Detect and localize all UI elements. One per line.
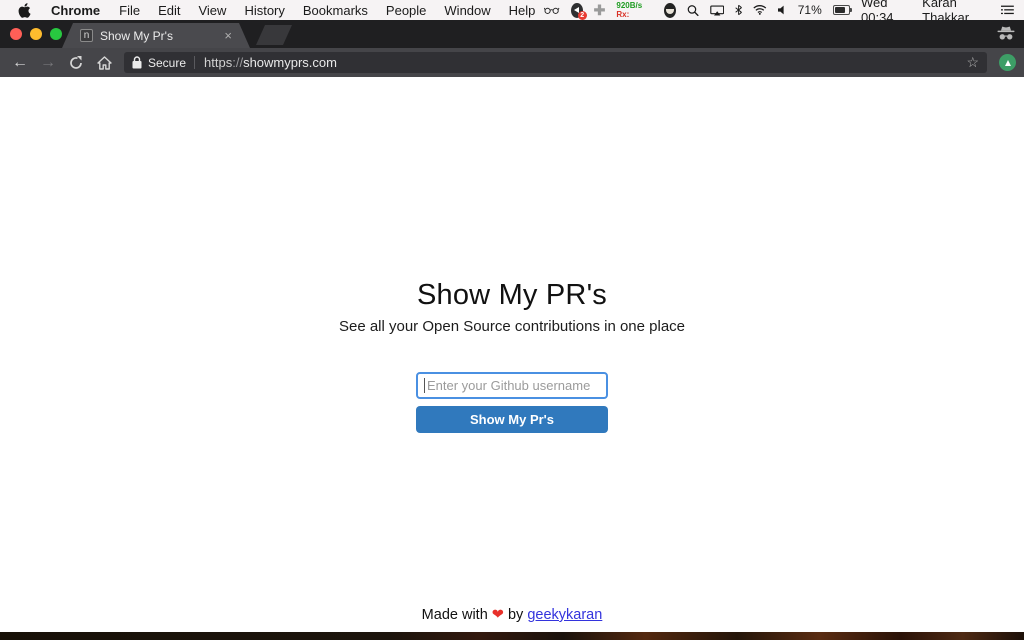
url-text: https://showmyprs.com bbox=[204, 55, 337, 70]
window-zoom-button[interactable] bbox=[50, 28, 62, 40]
menu-chrome[interactable]: Chrome bbox=[41, 3, 110, 18]
omnibox-separator bbox=[194, 56, 196, 69]
new-tab-button[interactable] bbox=[256, 25, 292, 45]
dark-app-icon[interactable] bbox=[663, 2, 676, 18]
notification-center-icon[interactable] bbox=[1001, 4, 1015, 16]
plus-menu-icon[interactable]: ✚ bbox=[594, 2, 606, 19]
menu-history[interactable]: History bbox=[235, 3, 293, 18]
menu-view[interactable]: View bbox=[189, 3, 235, 18]
home-button[interactable] bbox=[92, 51, 116, 75]
battery-icon[interactable] bbox=[832, 5, 853, 15]
desktop-wallpaper-strip bbox=[0, 632, 1024, 640]
back-button[interactable]: ← bbox=[8, 51, 32, 75]
notification-app-icon[interactable]: 2 bbox=[570, 2, 587, 20]
security-label: Secure bbox=[148, 55, 187, 70]
apple-icon bbox=[18, 2, 31, 18]
menu-window[interactable]: Window bbox=[435, 3, 499, 18]
bluetooth-icon[interactable] bbox=[735, 3, 743, 17]
home-icon bbox=[96, 55, 112, 70]
up-arrow-glyph bbox=[1004, 59, 1011, 66]
volume-icon[interactable] bbox=[777, 4, 787, 16]
eyeglasses-icon[interactable] bbox=[544, 5, 560, 16]
tab-favicon: n bbox=[80, 29, 93, 42]
forward-button[interactable]: → bbox=[36, 51, 60, 75]
menu-people[interactable]: People bbox=[377, 3, 435, 18]
browser-tab[interactable]: n Show My Pr's × bbox=[62, 23, 250, 48]
apple-menu[interactable] bbox=[18, 2, 31, 18]
window-close-button[interactable] bbox=[10, 28, 22, 40]
page-subtitle: See all your Open Source contributions i… bbox=[338, 318, 686, 335]
author-link[interactable]: geekykaran bbox=[527, 607, 602, 623]
secure-lock-icon[interactable] bbox=[132, 56, 142, 69]
browser-toolbar: ← → Secure https://showmyprs.com ☆ bbox=[0, 48, 1024, 77]
bookmark-star-icon[interactable]: ☆ bbox=[966, 54, 979, 71]
notification-badge: 2 bbox=[577, 10, 587, 20]
footer: Made with ❤ by geekykaran bbox=[422, 607, 603, 632]
airplay-icon[interactable] bbox=[709, 4, 724, 17]
address-bar[interactable]: Secure https://showmyprs.com ☆ bbox=[124, 52, 987, 73]
reload-icon bbox=[70, 55, 82, 69]
tab-title: Show My Pr's bbox=[100, 28, 173, 43]
incognito-icon bbox=[996, 26, 1016, 41]
footer-text-by: by bbox=[507, 607, 524, 623]
reload-button[interactable] bbox=[64, 51, 88, 75]
menu-file[interactable]: File bbox=[110, 3, 149, 18]
show-my-prs-button[interactable]: Show My Pr's bbox=[416, 406, 608, 433]
chrome-tabbar: n Show My Pr's × bbox=[0, 20, 1024, 48]
heart-icon: ❤ bbox=[491, 607, 504, 623]
window-minimize-button[interactable] bbox=[30, 28, 42, 40]
page-title: Show My PR's bbox=[416, 279, 608, 311]
spotlight-search-icon[interactable] bbox=[687, 3, 699, 18]
text-caret bbox=[424, 378, 425, 393]
extension-icon[interactable] bbox=[999, 54, 1016, 71]
github-username-input[interactable] bbox=[416, 372, 608, 399]
macos-menubar: Chrome File Edit View History Bookmarks … bbox=[0, 0, 1024, 28]
menu-bookmarks[interactable]: Bookmarks bbox=[294, 3, 377, 18]
wifi-icon[interactable] bbox=[753, 4, 767, 16]
menu-help[interactable]: Help bbox=[500, 3, 545, 18]
battery-percent: 71% bbox=[797, 3, 822, 17]
tab-close-icon[interactable]: × bbox=[224, 28, 232, 43]
page-content: Show My PR's See all your Open Source co… bbox=[0, 77, 1024, 632]
menu-edit[interactable]: Edit bbox=[149, 3, 189, 18]
footer-text: Made with bbox=[421, 607, 488, 623]
